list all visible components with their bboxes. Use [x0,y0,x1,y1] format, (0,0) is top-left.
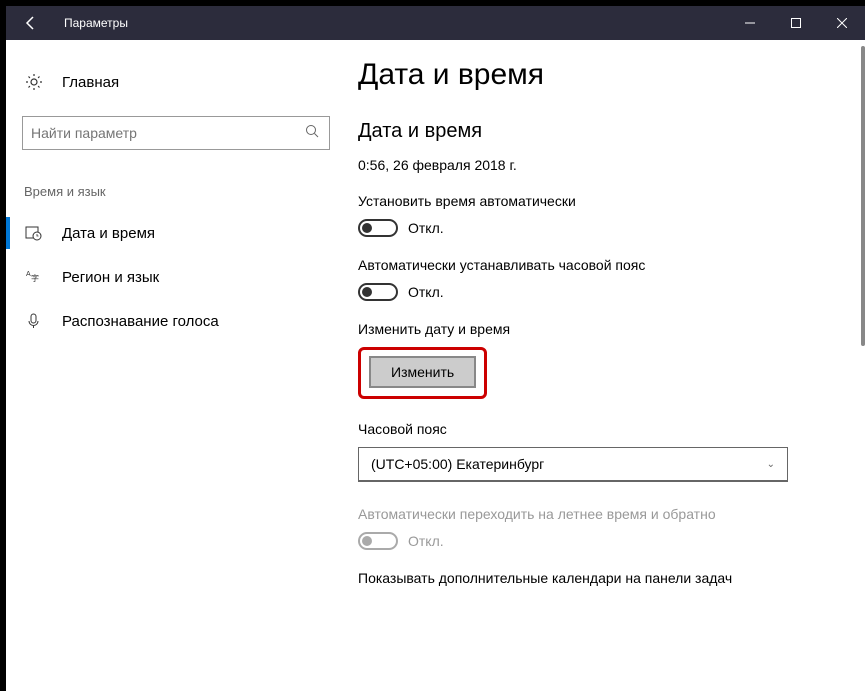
current-datetime: 0:56, 26 февраля 2018 г. [358,157,835,173]
svg-text:字: 字 [31,273,39,283]
search-box[interactable] [22,116,330,150]
dst-label: Автоматически переходить на летнее время… [358,506,835,522]
calendar-clock-icon [24,223,44,243]
scrollbar[interactable] [855,40,865,691]
change-dt-label: Изменить дату и время [358,321,835,337]
auto-time-state: Откл. [408,220,444,236]
sidebar-category: Время и язык [6,164,346,211]
scrollbar-thumb[interactable] [861,46,865,346]
timezone-value: (UTC+05:00) Екатеринбург [371,456,544,472]
sidebar-item-label: Распознавание голоса [62,313,219,330]
microphone-icon [24,311,44,331]
sidebar-item-datetime[interactable]: Дата и время [6,211,346,255]
sidebar-item-region[interactable]: A字 Регион и язык [6,255,346,299]
tz-label: Часовой пояс [358,421,835,437]
auto-time-label: Установить время автоматически [358,193,835,209]
dst-toggle [358,532,398,550]
section-heading: Дата и время [358,120,835,143]
dst-state: Откл. [408,533,444,549]
extra-calendars-label: Показывать дополнительные календари на п… [358,570,835,586]
auto-tz-toggle[interactable] [358,283,398,301]
sidebar: Главная Время и язык Дата и время [6,40,346,691]
auto-tz-label: Автоматически устанавливать часовой пояс [358,257,835,273]
sidebar-item-speech[interactable]: Распознавание голоса [6,299,346,343]
timezone-dropdown[interactable]: (UTC+05:00) Екатеринбург ⌄ [358,447,788,482]
minimize-button[interactable] [727,6,773,40]
gear-icon [24,72,44,92]
page-heading: Дата и время [358,58,835,92]
search-icon [305,124,321,143]
chevron-down-icon: ⌄ [767,459,775,470]
sidebar-item-label: Дата и время [62,225,155,242]
window-title: Параметры [64,16,128,30]
search-input[interactable] [31,125,305,141]
sidebar-item-label: Регион и язык [62,269,159,286]
content-area: Дата и время Дата и время 0:56, 26 февра… [346,40,865,691]
titlebar: Параметры [6,6,865,40]
auto-tz-state: Откл. [408,284,444,300]
auto-time-toggle[interactable] [358,219,398,237]
sidebar-home-label: Главная [62,74,119,91]
back-button[interactable] [6,6,56,40]
highlight-annotation: Изменить [358,347,487,399]
change-button[interactable]: Изменить [369,356,476,388]
maximize-button[interactable] [773,6,819,40]
close-button[interactable] [819,6,865,40]
language-icon: A字 [24,267,44,287]
sidebar-home[interactable]: Главная [6,60,346,104]
